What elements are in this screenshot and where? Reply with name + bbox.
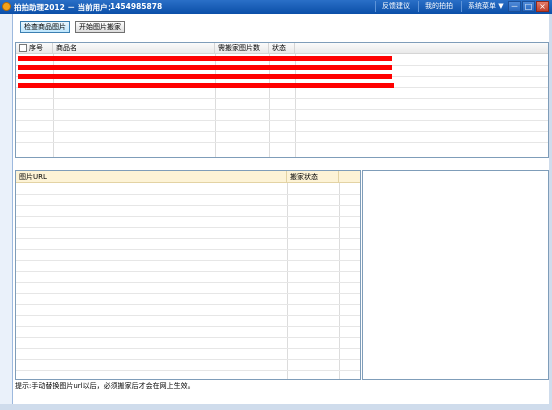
row-divider <box>16 109 548 110</box>
product-table-header: 序号 商品名 需搬家图片数 状态 <box>16 43 548 54</box>
table-row[interactable] <box>18 74 392 79</box>
row-divider <box>16 315 360 316</box>
row-divider <box>16 142 548 143</box>
row-divider <box>16 293 360 294</box>
table-row[interactable] <box>18 83 394 88</box>
row-divider <box>16 359 360 360</box>
column-header-url[interactable]: 图片URL <box>16 171 287 183</box>
url-table-header: 图片URL 搬家状态 <box>16 171 360 183</box>
select-all-checkbox[interactable] <box>19 44 27 52</box>
my-paipai-link[interactable]: 我的拍拍 <box>418 1 459 12</box>
maximize-button[interactable]: □ <box>522 1 535 12</box>
row-divider <box>16 271 360 272</box>
start-move-button[interactable]: 开始图片搬家 <box>75 21 125 33</box>
table-row[interactable] <box>18 56 392 61</box>
column-header-move-status[interactable]: 搬家状态 <box>287 171 339 183</box>
check-images-button[interactable]: 检查商品图片 <box>20 21 70 33</box>
row-divider <box>16 249 360 250</box>
column-header-name[interactable]: 商品名 <box>53 43 215 54</box>
column-divider <box>339 183 340 379</box>
window-title: 拍拍助理2012 － 当前用户： <box>14 3 116 12</box>
row-divider <box>16 370 360 371</box>
product-table[interactable]: 序号 商品名 需搬家图片数 状态 <box>15 42 549 158</box>
bottom-frame <box>0 404 552 410</box>
system-menu[interactable]: 系统菜单 ▼ <box>461 1 510 12</box>
column-header-index[interactable]: 序号 <box>16 43 53 54</box>
table-row[interactable] <box>18 65 392 70</box>
column-header-status[interactable]: 状态 <box>269 43 295 54</box>
row-divider <box>16 194 360 195</box>
row-divider <box>16 337 360 338</box>
row-divider <box>16 348 360 349</box>
row-divider <box>16 238 360 239</box>
row-divider <box>16 205 360 206</box>
row-divider <box>16 227 360 228</box>
row-divider <box>16 98 548 99</box>
row-divider <box>16 120 548 121</box>
image-preview-panel <box>362 170 549 380</box>
close-button[interactable]: × <box>536 1 549 12</box>
app-logo-icon <box>2 2 11 11</box>
row-divider <box>16 260 360 261</box>
column-header-count[interactable]: 需搬家图片数 <box>215 43 269 54</box>
image-url-table[interactable]: 图片URL 搬家状态 <box>15 170 361 380</box>
column-label-index: 序号 <box>29 44 43 52</box>
hint-text: 提示:手动替换图片url以后，必须搬家后才会在网上生效。 <box>15 382 195 390</box>
feedback-link[interactable]: 反馈建议 <box>375 1 416 12</box>
row-divider <box>16 282 360 283</box>
current-user-id: 1454985878 <box>110 2 163 11</box>
minimize-button[interactable]: － <box>508 1 521 12</box>
row-divider <box>16 216 360 217</box>
left-frame <box>0 14 13 410</box>
row-divider <box>16 131 548 132</box>
title-bar: 拍拍助理2012 － 当前用户： 1454985878 反馈建议 我的拍拍 系统… <box>0 0 552 14</box>
column-divider <box>287 183 288 379</box>
row-divider <box>16 326 360 327</box>
row-divider <box>16 304 360 305</box>
